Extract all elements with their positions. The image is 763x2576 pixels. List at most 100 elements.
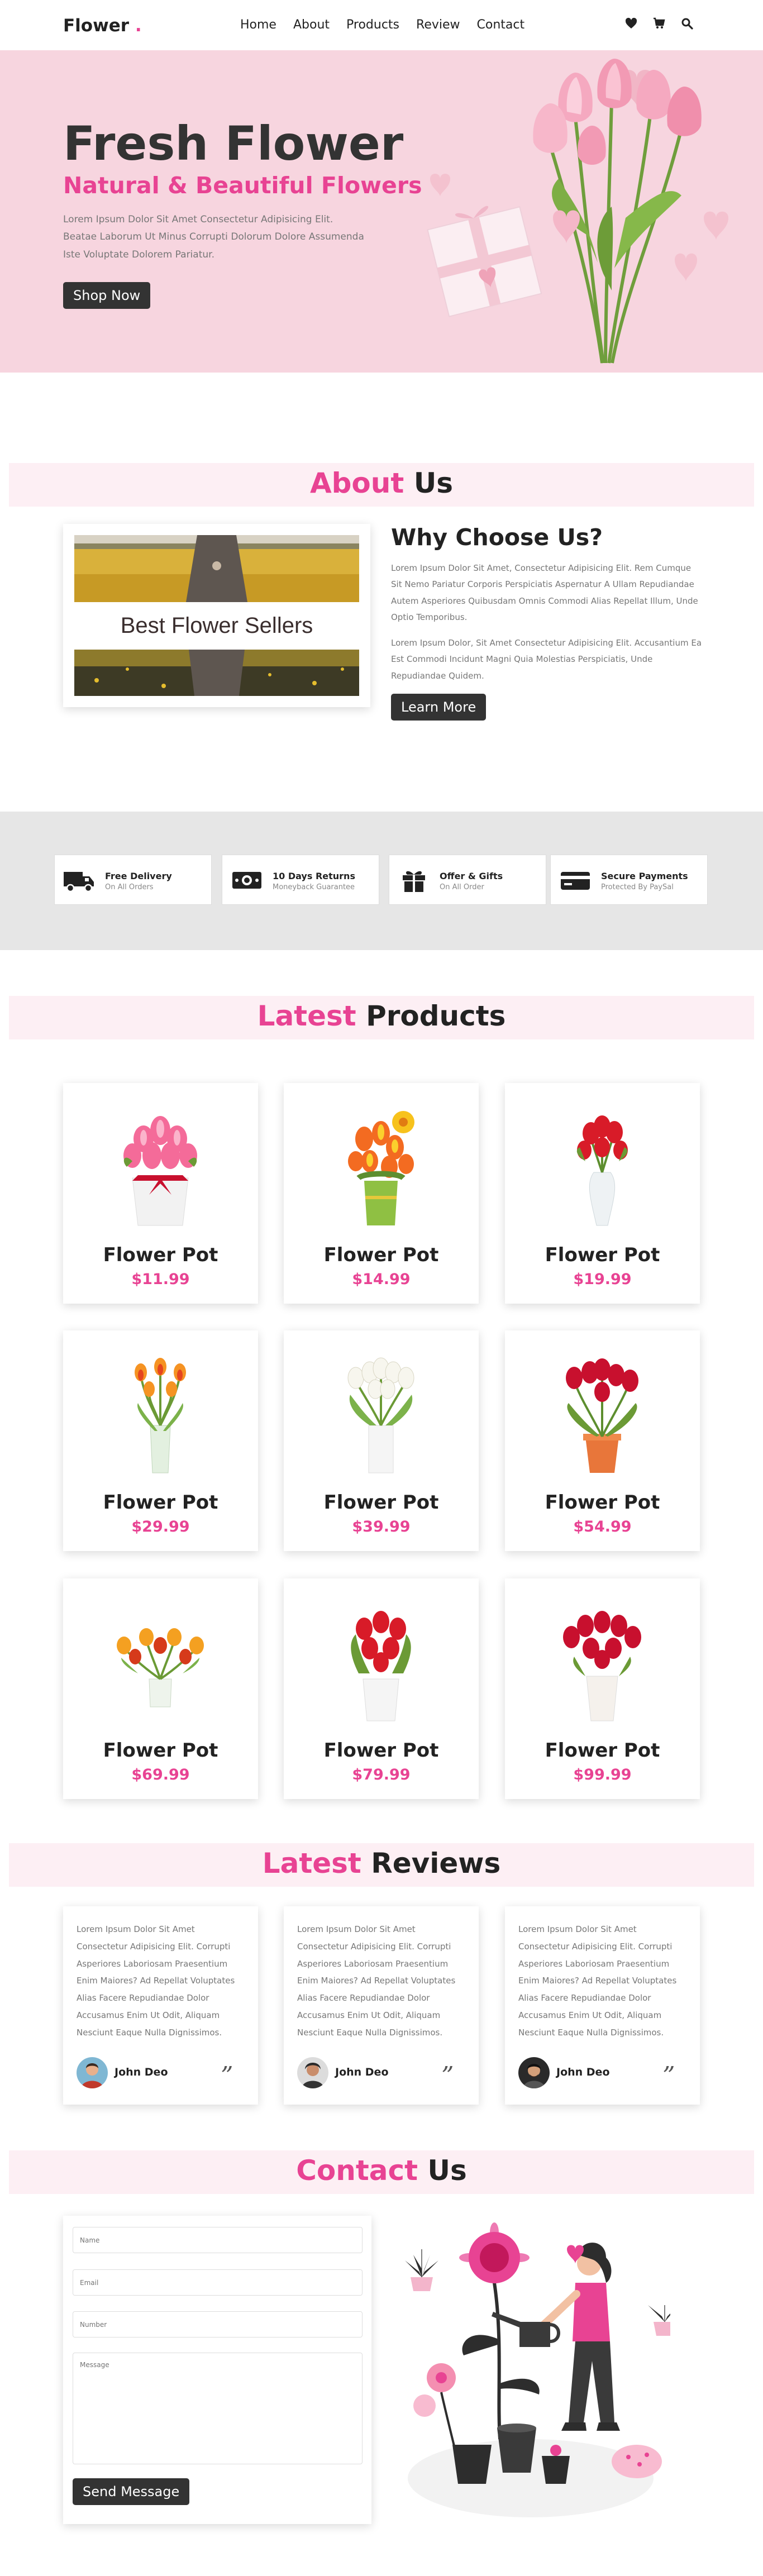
product-name: Flower Pot [103, 1491, 218, 1514]
gardening-illustration [405, 2222, 670, 2517]
product-image [576, 1115, 628, 1226]
product-card[interactable]: Flower Pot $11.99 [63, 1083, 258, 1304]
feature-gifts: Offer & Gifts On All Order [389, 855, 546, 905]
contact-form: Send Message [63, 2216, 371, 2524]
feature-subtitle: On All Orders [105, 883, 154, 891]
feature-title: 10 Days Returns [273, 871, 355, 881]
reviewer-name: John Deo [556, 2066, 610, 2078]
about-paragraph-2: Lorem Ipsum Dolor, Sit Amet Consectetur … [391, 638, 702, 681]
hero-subtitle: Natural & Beautiful Flowers [63, 172, 422, 199]
learn-more-button[interactable]: Learn More [391, 694, 487, 721]
review-card: Lorem Ipsum Dolor Sit Amet Consectetur A… [63, 1906, 258, 2105]
send-message-button[interactable]: Send Message [73, 2478, 190, 2505]
nav-about[interactable]: About [293, 18, 330, 32]
logo-text[interactable]: Flower [63, 16, 129, 36]
gift-icon [403, 871, 425, 892]
features-section: Free Delivery On All Orders 10 Days Retu… [0, 812, 763, 950]
reviewer-name: John Deo [115, 2066, 168, 2078]
quote-icon: ” [221, 2062, 233, 2090]
header: Flower . Home About Products Review Cont… [0, 0, 763, 50]
product-name: Flower Pot [323, 1739, 439, 1762]
product-image [135, 1358, 186, 1473]
nav-review[interactable]: Review [416, 18, 460, 32]
product-card[interactable]: Flower Pot $29.99 [63, 1330, 258, 1551]
about-image-caption: Best Flower Sellers [120, 613, 313, 638]
number-field[interactable] [73, 2311, 363, 2338]
about-title: About Us [0, 467, 763, 499]
feature-returns: 10 Days Returns Moneyback Guarantee [222, 855, 379, 905]
review-text: Lorem Ipsum Dolor Sit Amet Consectetur A… [77, 1924, 235, 2038]
product-image [563, 1611, 641, 1721]
feature-title: Free Delivery [105, 871, 172, 881]
product-image [123, 1116, 197, 1226]
product-card[interactable]: Flower Pot $14.99 [284, 1083, 479, 1304]
header-icons [624, 17, 694, 30]
product-image [347, 1357, 414, 1473]
about-heading: Why Choose Us? [391, 524, 603, 551]
name-field[interactable] [73, 2227, 363, 2253]
products-title-accent: Latest [257, 1000, 356, 1032]
products-title-rest: Products [356, 1000, 506, 1032]
product-card[interactable]: Flower Pot $19.99 [505, 1083, 700, 1304]
money-icon [232, 872, 261, 889]
cart-icon[interactable] [652, 17, 666, 30]
shop-now-button[interactable]: Shop Now [63, 282, 151, 309]
product-card[interactable]: Flower Pot $54.99 [505, 1330, 700, 1551]
heart-icon[interactable] [624, 17, 638, 30]
logo-dot: . [135, 16, 142, 36]
product-image [566, 1358, 638, 1473]
reviews-title-rest: Reviews [361, 1847, 501, 1879]
product-price: $79.99 [352, 1766, 411, 1783]
review-text: Lorem Ipsum Dolor Sit Amet Consectetur A… [518, 1924, 677, 2038]
nav-home[interactable]: Home [240, 18, 276, 32]
truck-icon [64, 872, 94, 893]
contact-title-accent: Contact [296, 2154, 418, 2187]
feature-subtitle: Protected By PaySal [601, 883, 674, 891]
product-card[interactable]: Flower Pot $39.99 [284, 1330, 479, 1551]
message-field[interactable] [73, 2353, 363, 2464]
product-name: Flower Pot [323, 1244, 439, 1266]
about-image-card: Best Flower Sellers [63, 524, 370, 707]
page: Flower . Home About Products Review Cont… [0, 0, 763, 2576]
feature-secure-payments: Secure Payments Protected By PaySal [550, 855, 708, 905]
feature-subtitle: Moneyback Guarantee [273, 883, 355, 891]
reviews-title-accent: Latest [262, 1847, 361, 1879]
product-image [348, 1111, 414, 1225]
quote-icon: ” [441, 2062, 454, 2090]
product-price: $14.99 [352, 1271, 411, 1288]
nav-contact[interactable]: Contact [477, 18, 525, 32]
products-title: Latest Products [0, 1000, 763, 1032]
main-nav: Home About Products Review Contact [240, 18, 541, 32]
avatar [77, 2057, 108, 2088]
product-price: $69.99 [131, 1766, 190, 1783]
review-card: Lorem Ipsum Dolor Sit Amet Consectetur A… [505, 1906, 700, 2105]
about-title-accent: About [309, 467, 404, 499]
product-price: $19.99 [573, 1271, 632, 1288]
product-name: Flower Pot [103, 1739, 218, 1762]
email-field[interactable] [73, 2269, 363, 2296]
search-icon[interactable] [680, 17, 694, 30]
product-price: $29.99 [131, 1518, 190, 1535]
product-card[interactable]: Flower Pot $79.99 [284, 1578, 479, 1799]
avatar [518, 2057, 550, 2088]
about-paragraph-1: Lorem Ipsum Dolor Sit Amet, Consectetur … [391, 563, 698, 622]
product-name: Flower Pot [545, 1739, 660, 1762]
nav-products[interactable]: Products [346, 18, 399, 32]
product-price: $99.99 [573, 1766, 632, 1783]
hero-tulips-image [427, 59, 728, 364]
product-price: $39.99 [352, 1518, 411, 1535]
product-card[interactable]: Flower Pot $69.99 [63, 1578, 258, 1799]
about-title-rest: Us [404, 467, 454, 499]
feature-title: Offer & Gifts [440, 871, 503, 881]
logo[interactable]: Flower . [63, 16, 142, 36]
about-image: Best Flower Sellers [74, 535, 359, 696]
reviewer-name: John Deo [335, 2066, 389, 2078]
hero-title: Fresh Flower [63, 116, 404, 171]
product-image [351, 1611, 411, 1721]
hero-section: Fresh Flower Natural & Beautiful Flowers… [0, 50, 763, 373]
feature-title: Secure Payments [601, 871, 688, 881]
contact-title-rest: Us [418, 2154, 467, 2187]
product-card[interactable]: Flower Pot $99.99 [505, 1578, 700, 1799]
product-image [117, 1628, 204, 1707]
feature-subtitle: On All Order [440, 883, 484, 891]
